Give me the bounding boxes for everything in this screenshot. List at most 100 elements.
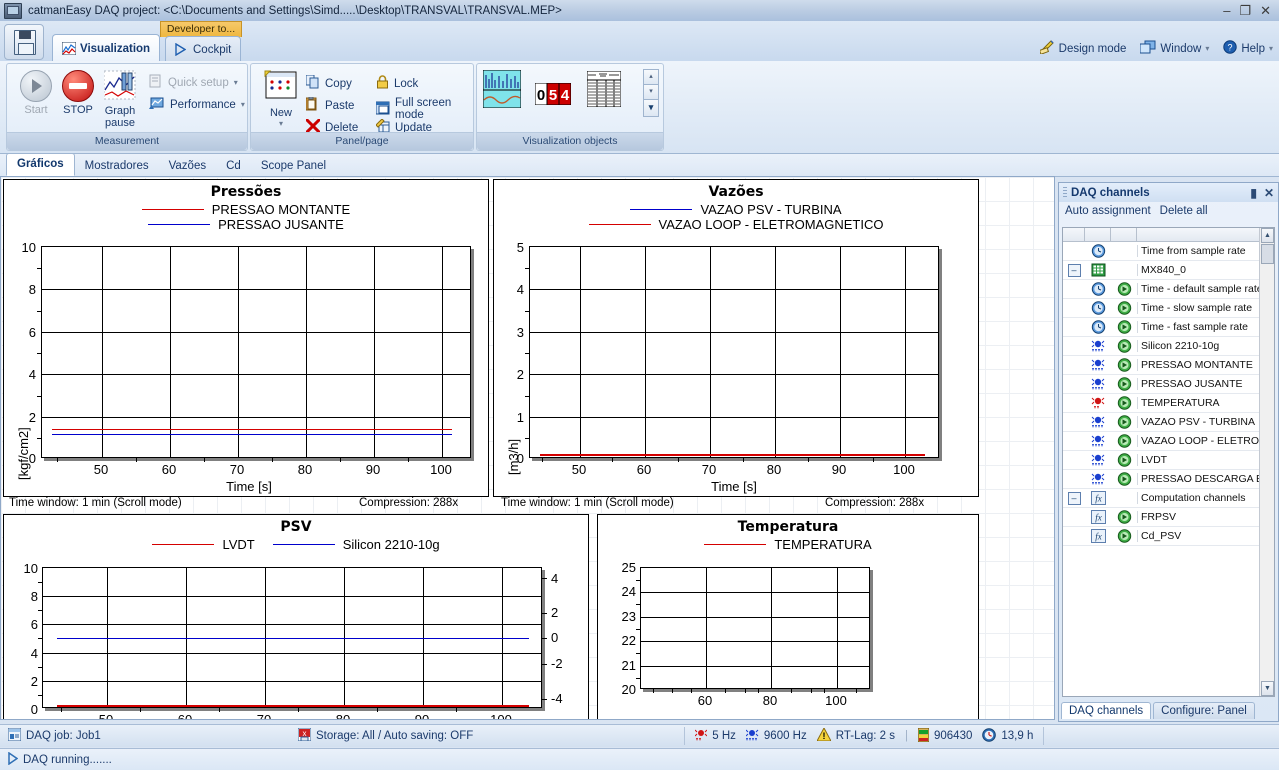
page-tab-mostradores[interactable]: Mostradores [75, 156, 159, 176]
drag-gripper-icon[interactable] [1063, 186, 1067, 199]
page-tab-graficos[interactable]: Gráficos [6, 153, 75, 176]
help-label: Help [1241, 42, 1265, 55]
quick-setup-button[interactable]: Quick setup ▾ [149, 74, 238, 91]
sensor-blue-icon [1085, 415, 1111, 429]
green-arrow-icon[interactable] [1111, 453, 1137, 467]
start-button[interactable]: Start [13, 70, 59, 116]
channel-row[interactable]: – MX840_0 [1063, 261, 1274, 280]
paste-button[interactable]: Paste [305, 96, 354, 114]
tab-visualization[interactable]: Visualization [52, 34, 161, 62]
green-arrow-icon[interactable] [1111, 510, 1137, 524]
lock-button[interactable]: Lock [376, 75, 418, 92]
close-icon[interactable]: ✕ [1264, 186, 1274, 200]
green-arrow-icon[interactable] [1111, 358, 1137, 372]
page-tab-vazoes[interactable]: Vazões [159, 156, 217, 176]
sensor-red-icon [694, 729, 708, 744]
page-tab-cd[interactable]: Cd [216, 156, 251, 176]
close-button[interactable]: ✕ [1260, 4, 1271, 17]
new-panel-button[interactable]: New ▾ [255, 70, 307, 128]
green-arrow-icon[interactable] [1111, 377, 1137, 391]
chart-vazoes[interactable]: Vazões VAZAO PSV - TURBINA VAZAO LOOP - … [493, 179, 979, 497]
graph-pause-button[interactable]: Graph pause [97, 70, 143, 129]
group-caption-panel-page: Panel/page [251, 132, 473, 150]
channel-row[interactable]: PRESSAO DESCARGA BOMBA [1063, 470, 1274, 489]
graph-pause-icon [97, 70, 143, 103]
green-arrow-icon[interactable] [1111, 396, 1137, 410]
application-menu-button[interactable] [4, 24, 44, 60]
green-arrow-icon[interactable] [1111, 415, 1137, 429]
channel-row[interactable]: fx FRPSV [1063, 508, 1274, 527]
scroll-thumb[interactable] [1261, 244, 1274, 264]
channel-row[interactable]: PRESSAO MONTANTE [1063, 356, 1274, 375]
scroll-up-button[interactable]: ▴ [643, 69, 659, 85]
legend-label: PRESSAO JUSANTE [218, 217, 344, 232]
digital-display-object-icon[interactable]: 054 [534, 82, 572, 108]
help-button[interactable]: ? Help ▾ [1223, 40, 1273, 57]
green-arrow-icon[interactable] [1111, 434, 1137, 448]
row-expander[interactable]: – [1063, 263, 1085, 277]
copy-button[interactable]: Copy [305, 74, 352, 92]
design-mode-button[interactable]: Design mode [1038, 40, 1126, 57]
scroll-more-button[interactable]: ▾ [643, 100, 659, 117]
grid-scrollbar[interactable]: ▲ ▼ [1259, 228, 1274, 696]
channel-row[interactable]: Silicon 2210-10g [1063, 337, 1274, 356]
chart-legend: PRESSAO MONTANTE PRESSAO JUSANTE [4, 202, 488, 232]
channel-row[interactable]: fx Cd_PSV [1063, 527, 1274, 546]
channel-row[interactable]: – fx Computation channels [1063, 489, 1274, 508]
channel-row[interactable]: VAZAO LOOP - ELETROMAGNE [1063, 432, 1274, 451]
restore-button[interactable]: ❐ [1239, 4, 1251, 17]
chart-psv[interactable]: PSV LVDT Silicon 2210-10g [mm] [ga] [3, 514, 589, 720]
table-object-icon[interactable] [586, 70, 622, 110]
green-arrow-icon[interactable] [1111, 529, 1137, 543]
channel-row[interactable]: PRESSAO JUSANTE [1063, 375, 1274, 394]
x-tick-label: 90 [414, 712, 430, 720]
minimize-button[interactable]: – [1223, 4, 1230, 17]
pin-icon[interactable]: ▮ [1250, 186, 1257, 200]
dock-tab-configure-panel[interactable]: Configure: Panel [1153, 702, 1255, 719]
channels-grid[interactable]: Time from sample rate – MX840_0 Time - defa… [1062, 227, 1275, 697]
y-tick-label: 21 [621, 658, 636, 673]
window-menu-button[interactable]: Window ▾ [1139, 40, 1209, 57]
scroll-down-button[interactable]: ▾ [643, 85, 659, 100]
channel-row[interactable]: VAZAO PSV - TURBINA [1063, 413, 1274, 432]
green-arrow-icon[interactable] [1111, 320, 1137, 334]
fullscreen-button[interactable]: Full screen mode [375, 97, 473, 121]
stop-button[interactable]: STOP [55, 70, 101, 116]
auto-assignment-button[interactable]: Auto assignment [1065, 205, 1151, 217]
chart-pressoes[interactable]: Pressões PRESSAO MONTANTE PRESSAO JUSANT… [3, 179, 489, 497]
channel-row[interactable]: TEMPERATURA [1063, 394, 1274, 413]
scroll-down-arrow-icon[interactable]: ▼ [1261, 681, 1274, 696]
delete-all-button[interactable]: Delete all [1160, 205, 1208, 217]
channel-row[interactable]: Time - slow sample rate [1063, 299, 1274, 318]
dock-title: DAQ channels [1071, 186, 1150, 199]
developer-tools-tab[interactable]: Developer to... [160, 21, 242, 37]
performance-button[interactable]: Performance ▾ [149, 96, 245, 113]
green-arrow-icon[interactable] [1111, 339, 1137, 353]
page-tab-scope-panel[interactable]: Scope Panel [251, 156, 336, 176]
channel-row[interactable]: LVDT [1063, 451, 1274, 470]
channel-name: Computation channels [1137, 492, 1274, 504]
green-arrow-icon[interactable] [1111, 301, 1137, 315]
clock-icon [1085, 301, 1111, 315]
channel-row[interactable]: Time - default sample rate [1063, 280, 1274, 299]
channel-row[interactable]: Time from sample rate [1063, 242, 1274, 261]
legend-item: PRESSAO JUSANTE [148, 217, 344, 232]
scroll-up-arrow-icon[interactable]: ▲ [1261, 228, 1274, 243]
series-line [57, 638, 529, 639]
row-expander[interactable]: – [1063, 491, 1085, 505]
plot-area [37, 246, 471, 462]
chart-temperatura[interactable]: Temperatura TEMPERATURA [°C] 25 24 [597, 514, 979, 719]
channel-row[interactable]: Time - fast sample rate [1063, 318, 1274, 337]
graph-object-icon[interactable] [482, 69, 522, 111]
device-icon [1085, 263, 1111, 277]
dock-actions: Auto assignment Delete all [1059, 202, 1278, 220]
database-icon [917, 727, 930, 745]
lock-icon [376, 75, 389, 92]
legend-swatch [588, 224, 651, 225]
green-arrow-icon[interactable] [1111, 472, 1137, 486]
dock-tab-daq-channels[interactable]: DAQ channels [1061, 702, 1152, 719]
plot-area [636, 567, 870, 693]
y-tick-label: 3 [516, 325, 524, 340]
tab-cockpit[interactable]: Cockpit [165, 36, 242, 62]
green-arrow-icon[interactable] [1111, 282, 1137, 296]
